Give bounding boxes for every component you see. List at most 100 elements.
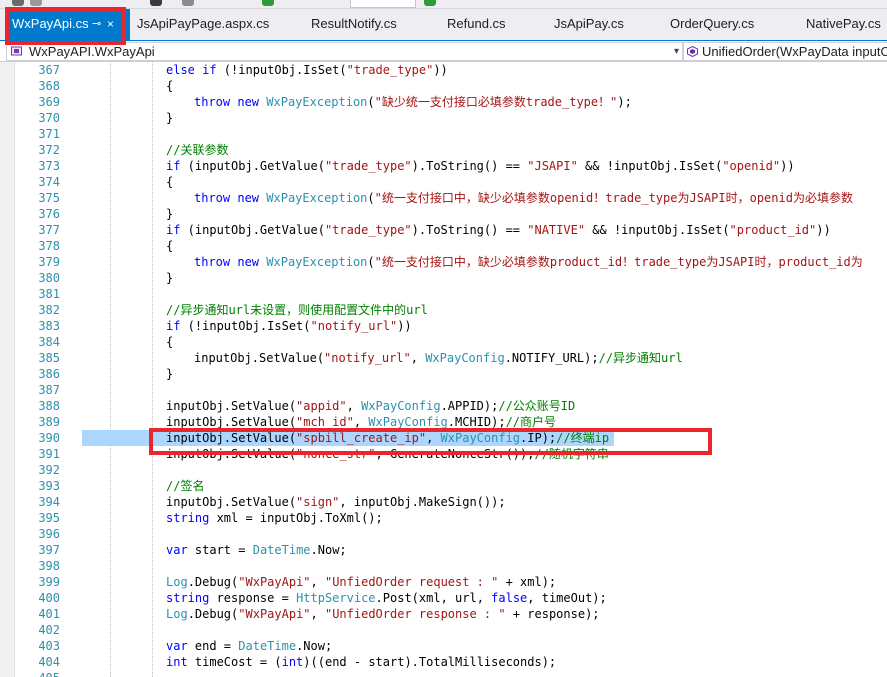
code-line[interactable]: 372 //关联参数 <box>0 142 887 158</box>
code-editor[interactable]: 367 else if (!inputObj.IsSet("trade_type"… <box>0 62 887 677</box>
code-text: Log.Debug("WxPayApi", "UnfiedOrder reque… <box>166 574 556 590</box>
code-line[interactable]: 399 Log.Debug("WxPayApi", "UnfiedOrder re… <box>0 574 887 590</box>
code-line[interactable]: 377 if (inputObj.GetValue("trade_type").T… <box>0 222 887 238</box>
code-token: && !inputObj.IsSet( <box>577 159 723 173</box>
code-line[interactable]: 403 var end = DateTime.Now; <box>0 638 887 654</box>
code-line[interactable]: 374 { <box>0 174 887 190</box>
code-token: ( <box>367 191 375 205</box>
code-token: "trade_type" <box>324 159 412 173</box>
line-number: 378 <box>38 239 60 253</box>
member-scope-dropdown[interactable]: UnifiedOrder(WxPayData inputOb <box>683 42 887 61</box>
line-number: 398 <box>38 559 60 573</box>
code-token: end = <box>187 639 239 653</box>
code-token: if <box>166 319 181 333</box>
code-line[interactable]: 396 <box>0 526 887 542</box>
line-number: 394 <box>38 495 60 509</box>
code-lines: 367 else if (!inputObj.IsSet("trade_type"… <box>0 62 887 677</box>
code-token: && !inputObj.IsSet( <box>585 223 730 237</box>
code-token: , timeOut); <box>527 591 607 605</box>
code-line[interactable]: 375 throw new WxPayException("统一支付接口中，缺少必… <box>0 190 887 206</box>
code-line[interactable]: 383 if (!inputObj.IsSet("notify_url")) <box>0 318 887 334</box>
code-text: //关联参数 <box>166 142 228 158</box>
save-icon[interactable] <box>150 0 162 6</box>
code-text: else if (!inputObj.IsSet("trade_type")) <box>166 62 448 78</box>
code-line[interactable]: 404 int timeCost = (int)((end - start).To… <box>0 654 887 670</box>
code-line[interactable]: 392 <box>0 462 887 478</box>
line-number: 388 <box>38 399 60 413</box>
code-token: { <box>166 239 174 253</box>
code-text: string xml = inputObj.ToXml(); <box>166 510 383 526</box>
code-token: "product_id" <box>729 223 817 237</box>
code-token: DateTime <box>252 543 311 557</box>
code-line[interactable]: 376} <box>0 206 887 222</box>
code-line[interactable]: 393 //签名 <box>0 478 887 494</box>
tab-jsapipay[interactable]: JsApiPay.cs <box>554 9 624 40</box>
code-token: DateTime <box>238 639 297 653</box>
code-token: int <box>281 655 304 669</box>
code-token: //异步通知url未设置，则使用配置文件中的url <box>166 303 428 317</box>
tab-refund[interactable]: Refund.cs <box>447 9 506 40</box>
line-number: 393 <box>38 479 60 493</box>
method-icon <box>687 46 698 57</box>
code-token: inputObj.SetValue( <box>194 351 325 365</box>
code-line[interactable]: 395 string xml = inputObj.ToXml(); <box>0 510 887 526</box>
code-text: throw new WxPayException("统一支付接口中，缺少必填参数… <box>194 254 863 270</box>
code-line[interactable]: 385 inputObj.SetValue("notify_url", WxPay… <box>0 350 887 366</box>
code-token: ).ToString() == <box>411 159 528 173</box>
tab-label: JsApiPayPage.aspx.cs <box>137 16 270 31</box>
code-token: (inputObj.GetValue( <box>180 223 325 237</box>
line-number: 379 <box>38 255 60 269</box>
run-icon[interactable] <box>424 0 436 6</box>
code-line[interactable]: 384 { <box>0 334 887 350</box>
line-number: 370 <box>38 111 60 125</box>
config-combo[interactable] <box>350 0 416 8</box>
code-token: } <box>166 367 174 381</box>
code-line[interactable]: 405 <box>0 670 887 677</box>
tab-resultnotify[interactable]: ResultNotify.cs <box>311 9 397 40</box>
code-token: "openid" <box>722 159 781 173</box>
code-line[interactable]: 368 { <box>0 78 887 94</box>
code-line[interactable]: 378 { <box>0 238 887 254</box>
code-token: start = <box>187 543 253 557</box>
line-number: 374 <box>38 175 60 189</box>
code-line[interactable]: 379 throw new WxPayException("统一支付接口中，缺少必… <box>0 254 887 270</box>
code-token: (inputObj.GetValue( <box>180 159 325 173</box>
undo-icon[interactable] <box>182 0 194 6</box>
forward-icon[interactable] <box>30 0 42 6</box>
code-line[interactable]: 382 //异步通知url未设置，则使用配置文件中的url <box>0 302 887 318</box>
code-token: "JSAPI" <box>527 159 578 173</box>
code-line[interactable]: 386} <box>0 366 887 382</box>
code-line[interactable]: 401 Log.Debug("WxPayApi", "UnfiedOrder re… <box>0 606 887 622</box>
code-line[interactable]: 388 inputObj.SetValue("appid", WxPayConfi… <box>0 398 887 414</box>
back-icon[interactable] <box>12 0 24 6</box>
code-token: ); <box>617 95 632 109</box>
tab-nativepay[interactable]: NativePay.cs <box>806 9 881 40</box>
code-line[interactable]: 371 <box>0 126 887 142</box>
code-token: } <box>166 207 174 221</box>
code-token: WxPayConfig <box>425 351 505 365</box>
code-token: .Debug( <box>187 607 239 621</box>
code-token: .Post(xml, url, <box>375 591 492 605</box>
code-text: throw new WxPayException("缺少统一支付接口必填参数tr… <box>194 94 632 110</box>
code-line[interactable]: 373 if (inputObj.GetValue("trade_type").T… <box>0 158 887 174</box>
code-line[interactable]: 397 var start = DateTime.Now; <box>0 542 887 558</box>
start-icon[interactable] <box>262 0 274 6</box>
code-line[interactable]: 381 <box>0 286 887 302</box>
code-line[interactable]: 402 <box>0 622 887 638</box>
code-token: { <box>166 175 174 189</box>
tab-jsapipaypage[interactable]: JsApiPayPage.aspx.cs <box>137 9 269 40</box>
code-text: inputObj.SetValue("appid", WxPayConfig.A… <box>166 398 575 414</box>
chevron-down-icon[interactable]: ▾ <box>674 43 679 60</box>
code-line[interactable]: 400 string response = HttpService.Post(xm… <box>0 590 887 606</box>
code-line[interactable]: 369 throw new WxPayException("缺少统一支付接口必填参… <box>0 94 887 110</box>
code-line[interactable]: 370} <box>0 110 887 126</box>
code-line[interactable]: 380} <box>0 270 887 286</box>
code-token: WxPayConfig <box>368 415 448 429</box>
code-line[interactable]: 398 <box>0 558 887 574</box>
code-line[interactable]: 387 <box>0 382 887 398</box>
tab-orderquery[interactable]: OrderQuery.cs <box>670 9 754 40</box>
code-line[interactable]: 367 else if (!inputObj.IsSet("trade_type"… <box>0 62 887 78</box>
code-line[interactable]: 394 inputObj.SetValue("sign", inputObj.Ma… <box>0 494 887 510</box>
line-number: 381 <box>38 287 60 301</box>
code-text: { <box>166 238 173 254</box>
